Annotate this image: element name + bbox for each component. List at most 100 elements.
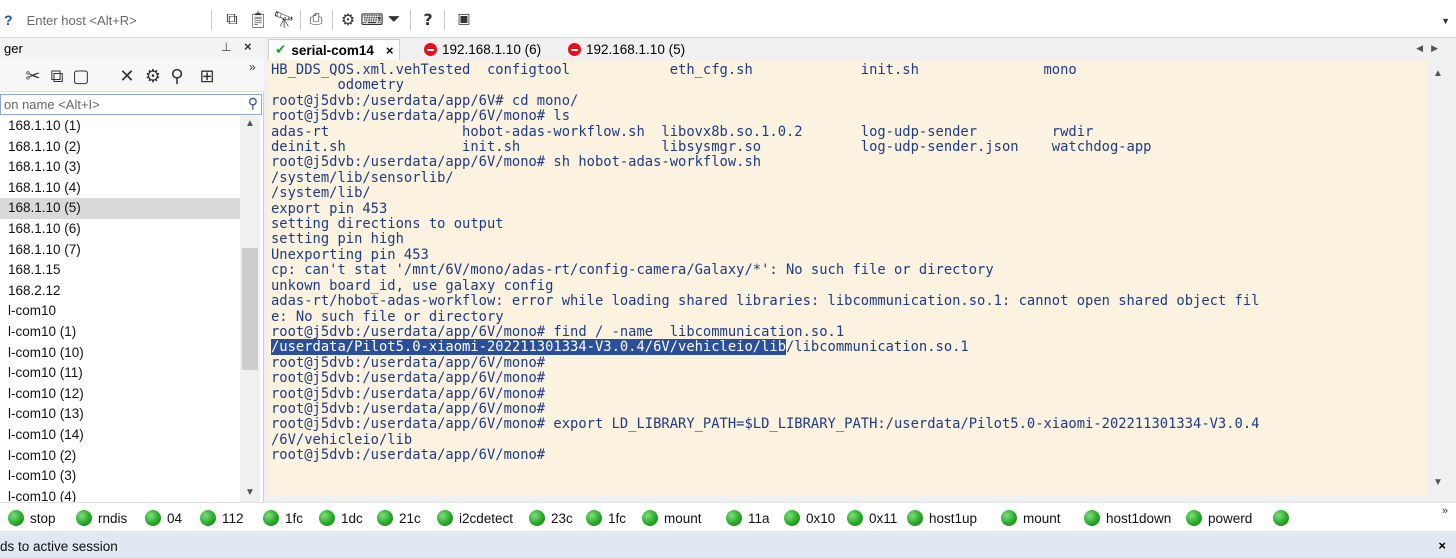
search-icon[interactable]: ⚲ xyxy=(248,95,258,112)
button-bar-button[interactable]: 21c xyxy=(377,510,421,526)
session-item[interactable]: l-com10 (12) xyxy=(0,384,240,405)
tab-scroll-arrows-icon[interactable]: ◀▶ xyxy=(1416,43,1446,54)
button-bar-button[interactable]: powerd xyxy=(1186,510,1252,526)
terminal-line: root@j5dvb:/userdata/app/6V/mono# xyxy=(271,370,546,387)
session-item[interactable]: 168.1.10 (6) xyxy=(0,219,240,240)
tab-label: serial-com14 xyxy=(291,42,374,58)
button-bar-button[interactable]: stop xyxy=(8,510,56,526)
close-command-window-icon[interactable]: × xyxy=(1438,538,1446,553)
terminal-line: adas-rt hobot-adas-workflow.sh libovx8b.… xyxy=(271,123,1094,140)
button-bar-button[interactable]: 0x10 xyxy=(784,510,835,526)
copy-icon[interactable]: ⧉ xyxy=(46,65,68,87)
close-tab-icon[interactable]: × xyxy=(386,43,394,58)
tab-192-168-1-10-6[interactable]: 192.168.1.10 (6) xyxy=(424,39,541,60)
button-bar-button[interactable]: 1fc xyxy=(263,510,303,526)
keymap-icon[interactable]: ⌨ xyxy=(360,9,383,29)
button-bar-button[interactable]: 23c xyxy=(529,510,573,526)
toolbar-overflow-icon[interactable]: ▼ xyxy=(1441,16,1450,26)
button-label: i2cdetect xyxy=(459,510,514,526)
session-item[interactable]: l-com10 xyxy=(0,301,240,322)
scroll-up-icon[interactable]: ▲ xyxy=(1433,68,1443,79)
pin-icon[interactable]: ⊥ xyxy=(221,40,231,54)
button-bar-button[interactable]: 1dc xyxy=(319,510,363,526)
button-label: 0x10 xyxy=(806,510,836,526)
button-bar-button[interactable]: host1down xyxy=(1084,510,1171,526)
session-item[interactable]: 168.2.12 xyxy=(0,281,240,302)
session-item[interactable]: l-com10 (13) xyxy=(0,404,240,425)
host-input[interactable]: ? Enter host <Alt+R> xyxy=(0,9,206,31)
button-bar-button[interactable]: host1up xyxy=(907,510,977,526)
session-item[interactable]: l-com10 (2) xyxy=(0,446,240,467)
session-item[interactable]: l-com10 (4) xyxy=(0,487,240,502)
terminal-scrollbar[interactable]: ▲ ▼ xyxy=(1428,60,1448,496)
copy-icon[interactable]: ⧉ xyxy=(222,9,242,29)
tab-serial-com14[interactable]: ✔ serial-com14 × xyxy=(268,39,401,60)
green-button-icon xyxy=(8,510,24,526)
button-bar-button[interactable] xyxy=(1273,510,1295,526)
terminal-output[interactable]: HB_DDS_QOS.xml.vehTested configtool eth_… xyxy=(268,60,1428,496)
scroll-down-icon[interactable]: ▼ xyxy=(245,487,255,498)
session-item[interactable]: 168.1.10 (3) xyxy=(0,157,240,178)
toolbar-more-icon[interactable]: » xyxy=(249,60,256,74)
help-icon[interactable]: ? xyxy=(418,9,438,29)
terminal-line: root@j5dvb:/userdata/app/6V/mono# xyxy=(271,400,546,417)
green-button-icon xyxy=(76,510,92,526)
scroll-down-icon[interactable]: ▼ xyxy=(1433,477,1443,488)
green-button-icon xyxy=(200,510,216,526)
scrollbar-thumb[interactable] xyxy=(242,248,258,370)
button-label: 21c xyxy=(399,510,421,526)
session-item[interactable]: 168.1.10 (2) xyxy=(0,137,240,158)
terminal-text-rest: /libcommunication.so.1 xyxy=(786,339,969,356)
session-item[interactable]: 168.1.10 (7) xyxy=(0,240,240,261)
button-bar-button[interactable]: 0x11 xyxy=(847,510,897,526)
new-folder-icon[interactable]: ⊞ xyxy=(196,65,218,87)
terminal-line: HB_DDS_QOS.xml.vehTested configtool eth_… xyxy=(271,62,1077,78)
button-label: powerd xyxy=(1208,510,1253,526)
disconnected-icon xyxy=(568,43,581,56)
green-button-icon xyxy=(1084,510,1100,526)
session-item[interactable]: l-com10 (11) xyxy=(0,363,240,384)
terminal-line: adas-rt/hobot-adas-workflow: error while… xyxy=(271,293,1260,310)
find-icon[interactable]: ⚲ xyxy=(166,65,188,87)
button-bar-button[interactable]: 11a xyxy=(726,510,770,526)
terminal-line: e: No such file or directory xyxy=(271,308,504,325)
paste-icon[interactable]: ▢ xyxy=(70,65,92,87)
button-bar-button[interactable]: i2cdetect xyxy=(437,510,513,526)
session-item[interactable]: 168.1.15 xyxy=(0,260,240,281)
session-list-scrollbar[interactable]: ▲ ▼ xyxy=(240,116,260,502)
session-item[interactable]: l-com10 (14) xyxy=(0,425,240,446)
settings-icon[interactable]: ⚙ xyxy=(338,9,358,29)
delete-icon[interactable]: ✕ xyxy=(116,65,138,87)
session-item[interactable]: l-com10 (1) xyxy=(0,322,240,343)
green-button-icon xyxy=(1186,510,1202,526)
session-search-input[interactable]: on name <Alt+I> ⚲ xyxy=(0,94,262,115)
button-bar-button[interactable]: 112 xyxy=(200,510,244,526)
command-window[interactable]: ds to active session × xyxy=(0,533,1456,558)
filter-icon[interactable]: ⏷ xyxy=(384,9,404,29)
green-button-icon xyxy=(263,510,279,526)
close-panel-icon[interactable]: × xyxy=(244,39,252,54)
session-item[interactable]: l-com10 (10) xyxy=(0,343,240,364)
print-icon[interactable]: ⎙ xyxy=(306,9,326,29)
session-item[interactable]: 168.1.10 (4) xyxy=(0,178,240,199)
screenshot-icon[interactable]: ▣ xyxy=(454,9,474,29)
find-icon[interactable]: 🔭︎ xyxy=(274,9,294,29)
button-bar-more-icon[interactable]: » xyxy=(1442,505,1448,517)
button-bar-button[interactable]: 04 xyxy=(145,510,182,526)
paste-icon[interactable]: 📋︎ xyxy=(248,9,268,29)
session-item[interactable]: 168.1.10 (1) xyxy=(0,116,240,137)
cut-icon[interactable]: ✂ xyxy=(22,65,44,87)
button-bar-button[interactable]: rndis xyxy=(76,510,127,526)
button-label: host1up xyxy=(929,510,978,526)
terminal-line: /userdata/Pilot5.0-xiaomi-202211301334-V… xyxy=(271,339,1259,356)
session-item[interactable]: l-com10 (3) xyxy=(0,466,240,487)
session-item[interactable]: 168.1.10 (5) xyxy=(0,198,240,219)
button-bar-button[interactable]: mount xyxy=(642,510,702,526)
scroll-up-icon[interactable]: ▲ xyxy=(245,118,255,129)
terminal-text: HB_DDS_QOS.xml.vehTested configtool eth_… xyxy=(271,62,1260,464)
button-bar-button[interactable]: mount xyxy=(1001,510,1061,526)
tab-192-168-1-10-5[interactable]: 192.168.1.10 (5) xyxy=(568,39,685,60)
properties-icon[interactable]: ⚙ xyxy=(142,65,164,87)
button-label: stop xyxy=(30,510,56,526)
button-bar-button[interactable]: 1fc xyxy=(586,510,626,526)
